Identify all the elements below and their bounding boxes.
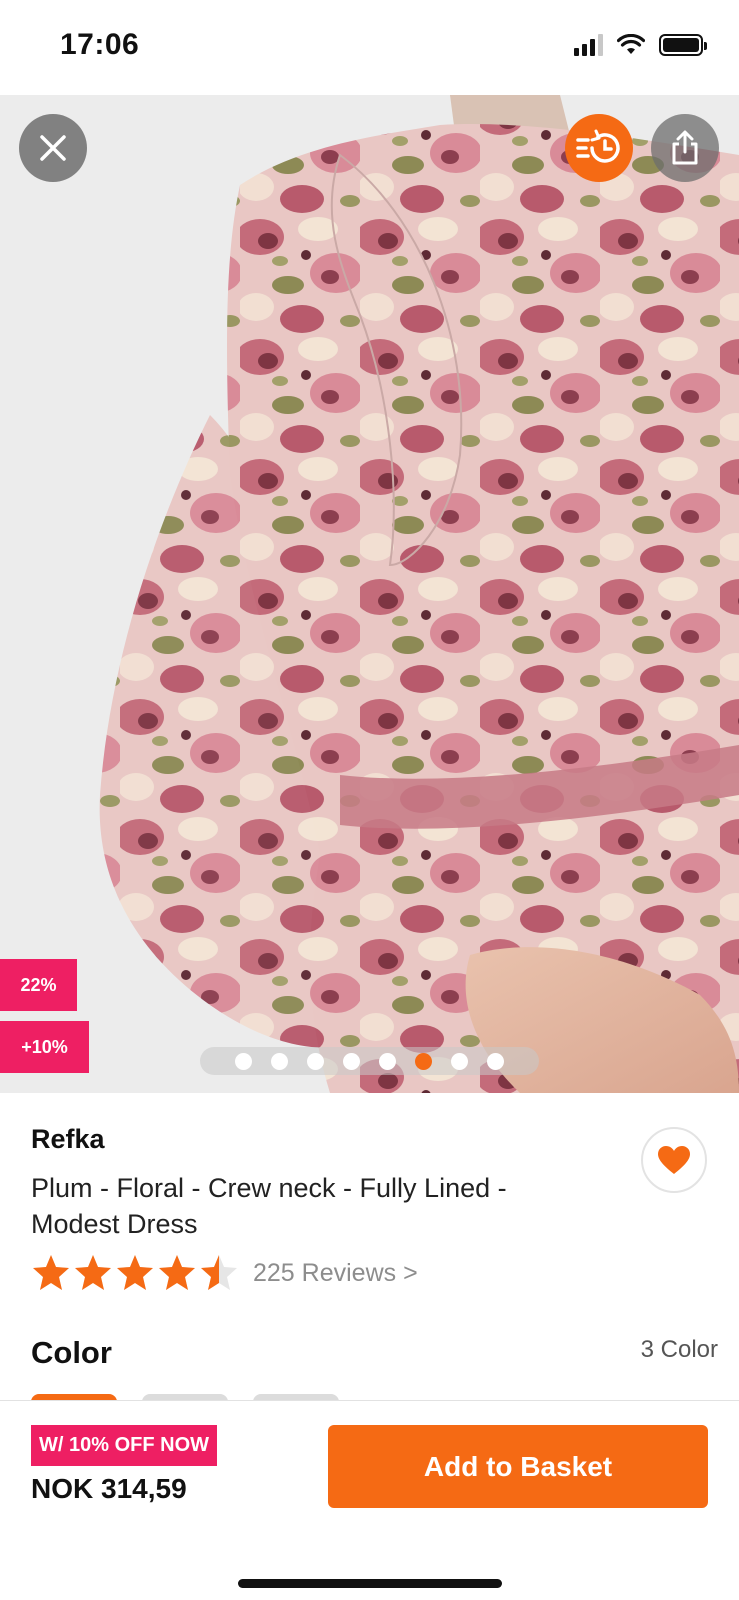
gallery-dot[interactable] [343,1052,360,1070]
product-title: Plum - Floral - Crew neck - Fully Lined … [31,1173,507,1239]
star-icon [159,1255,195,1290]
bottom-action-bar: W/ 10% OFF NOW NOK 314,59 Add to Basket [0,1400,739,1600]
add-to-basket-button[interactable]: Add to Basket [328,1425,708,1508]
color-count: 3 Color [640,1336,718,1363]
promo-tag: W/ 10% OFF NOW [31,1425,217,1466]
gallery-dot[interactable] [307,1052,324,1070]
reviews-link[interactable]: 225 Reviews > [253,1259,418,1288]
share-icon [672,130,698,165]
product-price: NOK 314,59 [31,1473,187,1504]
color-section-title: Color [31,1335,112,1370]
gallery-dot[interactable] [451,1052,468,1070]
gallery-dot[interactable] [235,1052,252,1070]
gallery-dot[interactable] [415,1052,432,1070]
extra-discount-badge: +10% [0,1021,89,1073]
rating-stars [31,1253,239,1293]
discount-badge: 22% [0,959,77,1011]
wifi-icon [617,34,645,54]
star-icon [33,1255,69,1290]
gallery-pagination[interactable] [200,1047,539,1075]
status-bar: 17:06 [0,0,739,95]
close-icon [40,135,66,161]
history-icon [576,129,620,163]
status-time: 17:06 [60,28,140,61]
star-icon [75,1255,111,1290]
close-button[interactable] [19,114,87,182]
star-icon [201,1255,237,1290]
product-image-gallery[interactable]: 22% +10% [0,95,739,1093]
signal-icon [574,34,603,56]
home-indicator[interactable] [238,1579,502,1588]
star-icon [117,1255,153,1290]
share-button[interactable] [651,114,719,182]
product-photo [0,95,739,1093]
rating-row[interactable]: 225 Reviews > [31,1253,418,1293]
recently-viewed-button[interactable] [565,114,633,182]
gallery-dot[interactable] [379,1052,396,1070]
heart-icon [658,1146,690,1174]
status-icons [574,34,707,56]
gallery-dot[interactable] [487,1052,504,1070]
favorite-button[interactable] [641,1127,707,1193]
battery-icon [659,34,707,56]
product-brand[interactable]: Refka [31,1124,105,1155]
gallery-dot[interactable] [271,1052,288,1070]
